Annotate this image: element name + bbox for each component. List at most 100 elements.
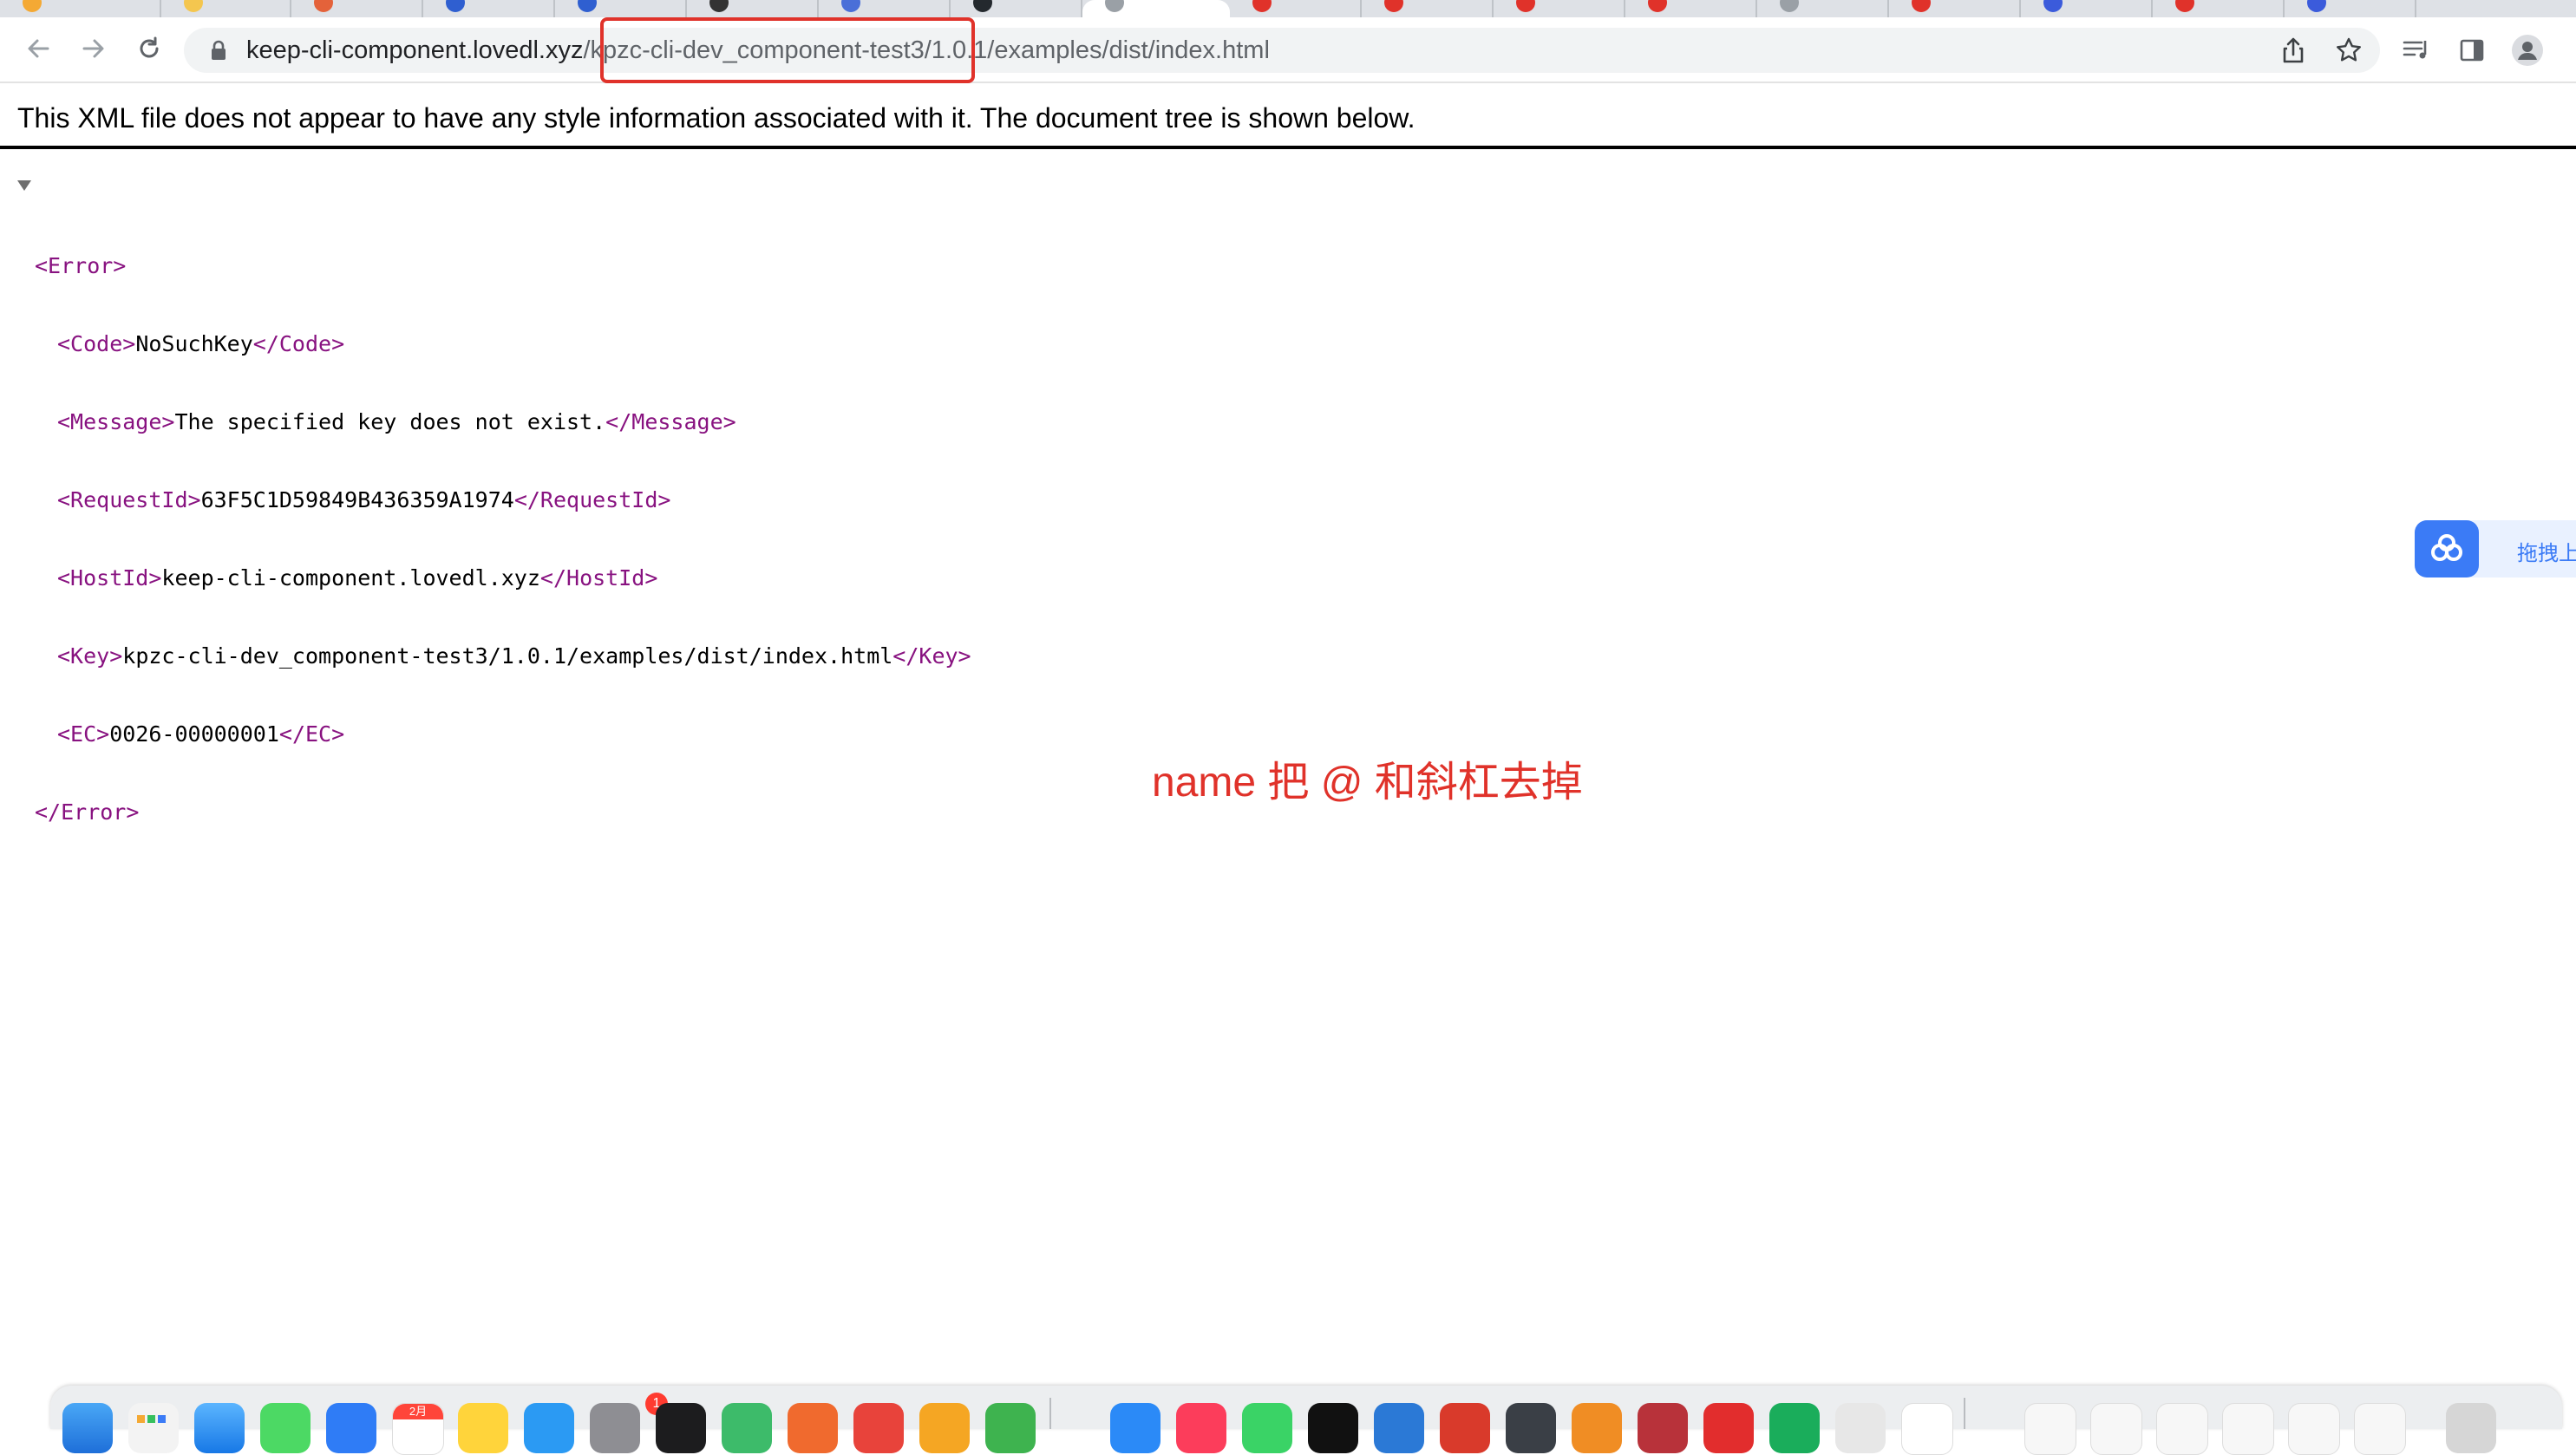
mail-icon[interactable] (326, 1403, 376, 1453)
tab-favicon (2307, 0, 2326, 12)
xml-close-tag: </Message> (605, 409, 736, 434)
xml-close-tag: </EC> (278, 721, 345, 747)
side-panel-button[interactable] (2455, 33, 2489, 68)
recent-document-thumbnail[interactable] (2354, 1403, 2406, 1455)
terminal-icon[interactable] (1308, 1403, 1358, 1453)
browser-tab[interactable] (2153, 0, 2285, 17)
active-browser-tab[interactable] (1082, 0, 1230, 17)
red-app-icon[interactable] (1440, 1403, 1490, 1453)
drag-upload-label: 拖拽上 (2517, 542, 2576, 565)
recent-document-thumbnail[interactable] (2156, 1403, 2208, 1455)
header-divider (0, 146, 2576, 149)
browser-tab[interactable] (423, 0, 555, 17)
launchpad-icon[interactable] (128, 1403, 179, 1453)
xml-close-tag: </HostId> (539, 565, 658, 590)
xml-node-request-id: <RequestId>63F5C1D59849B436359A1974</Req… (17, 487, 971, 513)
browser-tab[interactable] (2021, 0, 2153, 17)
back-arrow-icon (28, 39, 49, 58)
annotation-highlight-box (600, 17, 975, 83)
xml-open-tag: <Key> (57, 643, 123, 669)
forward-button[interactable] (76, 31, 111, 66)
tab-favicon (841, 0, 860, 12)
tab-favicon (2043, 0, 2063, 12)
recent-document-thumbnail[interactable] (2090, 1403, 2142, 1455)
sourcetree-icon[interactable] (722, 1403, 772, 1453)
wechat-icon[interactable] (1242, 1403, 1292, 1453)
video-app-icon[interactable] (1769, 1403, 1820, 1453)
browser-tab[interactable] (1889, 0, 2021, 17)
share-icon (2283, 37, 2304, 63)
tiktok-icon[interactable] (656, 1403, 706, 1453)
vscode-icon[interactable] (1374, 1403, 1424, 1453)
browser-tab[interactable] (2285, 0, 2416, 17)
bookmark-star-button[interactable] (2331, 33, 2366, 68)
browser-tab[interactable] (291, 0, 423, 17)
notes-icon[interactable] (458, 1403, 508, 1453)
browser-tab[interactable] (951, 0, 1082, 17)
crimson-app-icon[interactable] (1638, 1403, 1688, 1453)
address-bar[interactable]: keep-cli-component.lovedl.xyz/kpzc-cli-d… (184, 28, 2380, 73)
recent-document-thumbnail[interactable] (2288, 1403, 2340, 1455)
browser-tab[interactable] (555, 0, 687, 17)
browser-tab[interactable] (1362, 0, 1494, 17)
app-store-icon[interactable] (524, 1403, 574, 1453)
xml-value: keep-cli-component.lovedl.xyz (161, 565, 540, 590)
tab-favicon (446, 0, 465, 12)
reload-button[interactable] (132, 31, 167, 66)
profile-button[interactable] (2510, 33, 2545, 68)
browser-tab[interactable] (1757, 0, 1889, 17)
tab-favicon (709, 0, 729, 12)
side-panel-icon (2460, 39, 2484, 62)
dark-app-icon[interactable] (1506, 1403, 1556, 1453)
tab-favicon (1648, 0, 1667, 12)
annotation-note: name 把 @ 和斜杠去掉 (1152, 760, 1583, 806)
xml-node-message: <Message>The specified key does not exis… (17, 409, 971, 435)
messages-icon[interactable] (260, 1403, 311, 1453)
browser-tab[interactable] (1230, 0, 1362, 17)
trash-icon[interactable] (2446, 1403, 2496, 1453)
finder-icon[interactable] (62, 1403, 113, 1453)
tab-favicon (314, 0, 333, 12)
collapse-toggle-icon[interactable] (17, 180, 31, 191)
media-control-button[interactable] (2399, 33, 2434, 68)
tab-favicon (1384, 0, 1403, 12)
sublime-icon[interactable] (919, 1403, 970, 1453)
xml-root-open-tag: <Error> (35, 253, 127, 278)
calendar-icon[interactable]: 2月 (392, 1403, 444, 1455)
green-app-icon[interactable] (985, 1403, 1036, 1453)
recent-document-thumbnail[interactable] (2222, 1403, 2274, 1455)
browser-tab[interactable] (0, 0, 161, 17)
tab-favicon (578, 0, 597, 12)
back-button[interactable] (21, 31, 56, 66)
music-icon[interactable] (1176, 1403, 1226, 1453)
system-preferences-icon[interactable] (590, 1403, 640, 1453)
xml-value: kpzc-cli-dev_component-test3/1.0.1/examp… (122, 643, 893, 669)
preview-app-icon[interactable] (1901, 1403, 1953, 1455)
arrow-app-icon[interactable] (1703, 1403, 1754, 1453)
star-icon (2337, 37, 2361, 62)
avatar-icon (2512, 35, 2543, 66)
share-button[interactable] (2276, 33, 2311, 68)
forward-arrow-icon (82, 39, 104, 58)
git-client-icon[interactable] (788, 1403, 838, 1453)
chrome-icon[interactable] (853, 1403, 904, 1453)
lock-icon (212, 40, 226, 60)
browser-tab[interactable] (819, 0, 951, 17)
xml-node-key: <Key>kpzc-cli-dev_component-test3/1.0.1/… (17, 643, 971, 669)
netdisk-drag-upload-widget[interactable]: 拖拽上 (2415, 520, 2576, 577)
xml-open-tag: <Message> (57, 409, 175, 434)
recent-document-thumbnail[interactable] (2024, 1403, 2076, 1455)
netdisk-logo-icon (2415, 520, 2479, 577)
xml-close-tag: </Key> (892, 643, 971, 669)
dock-separator (1964, 1398, 1965, 1429)
xml-style-notice: This XML file does not appear to have an… (17, 102, 1415, 134)
browser-tab[interactable] (1625, 0, 1757, 17)
safari-icon[interactable] (194, 1403, 245, 1453)
orange-app-icon[interactable] (1572, 1403, 1622, 1453)
browser-tab[interactable] (687, 0, 819, 17)
browser-tab[interactable] (1494, 0, 1625, 17)
xml-document-tree: <Error> <Code>NoSuchKey</Code> <Message>… (17, 175, 971, 851)
browser-tab[interactable] (161, 0, 291, 17)
utility-app-icon[interactable] (1835, 1403, 1886, 1453)
feishu-icon[interactable] (1110, 1403, 1161, 1453)
